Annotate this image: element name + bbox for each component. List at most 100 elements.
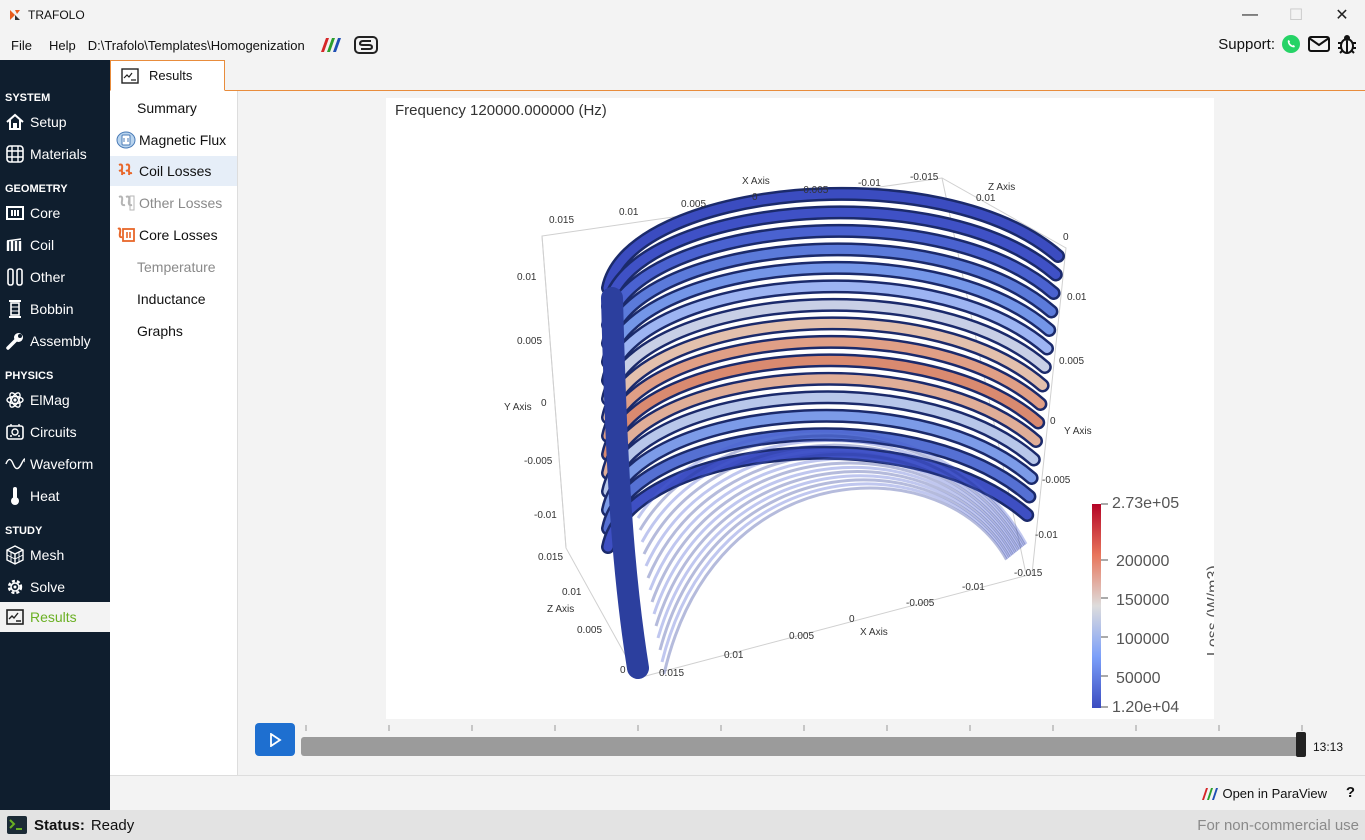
left-y-tick: -0.01: [534, 510, 557, 521]
colorbar-min: 1.20e+04: [1112, 699, 1179, 716]
sidebar-item-label: Mesh: [30, 547, 65, 563]
subnav-label: Core Losses: [139, 227, 218, 243]
play-icon: [270, 732, 282, 747]
coil-icon: [5, 235, 25, 255]
paraview-icon[interactable]: [317, 36, 343, 54]
sidebar-item-solve[interactable]: Solve: [0, 572, 110, 602]
timeline-slider[interactable]: [301, 737, 1301, 756]
bottom-x-tick: 0.01: [724, 650, 744, 661]
bottom-x-tick: 0.005: [789, 631, 814, 642]
sidebar-item-label: Other: [30, 269, 66, 285]
subnav-label: Temperature: [137, 259, 216, 275]
subnav-other-losses[interactable]: Other Losses: [110, 188, 237, 218]
timeline-ticks: [305, 725, 1303, 731]
subnav-summary[interactable]: Summary: [110, 93, 237, 123]
subnav-coil-losses[interactable]: Coil Losses: [110, 156, 237, 186]
sidebar-item-label: Results: [30, 609, 77, 625]
sidebar-item-heat[interactable]: Heat: [0, 481, 110, 511]
mesh-cube-icon: [5, 545, 25, 565]
timeline-time: 13:13: [1313, 740, 1344, 754]
subnav-core-losses[interactable]: Core Losses: [110, 220, 237, 250]
left-y-tick: -0.005: [524, 456, 553, 467]
z-left-tick: 0.005: [577, 625, 602, 636]
top-x-tick: 0.01: [619, 207, 639, 218]
sidebar-item-label: Assembly: [30, 333, 91, 349]
sidebar-item-mesh[interactable]: Mesh: [0, 540, 110, 570]
menu-file[interactable]: File: [5, 38, 38, 53]
menu-bar: File Help D:\Trafolo\Templates\Homogeniz…: [0, 30, 1365, 60]
close-button[interactable]: ✕: [1319, 0, 1365, 30]
sine-wave-icon: [5, 454, 25, 474]
colorbar-max: 2.73e+05: [1112, 495, 1179, 512]
sidebar-item-waveform[interactable]: Waveform: [0, 449, 110, 479]
help-button[interactable]: ?: [1346, 784, 1355, 801]
results-main: Frequency 120000.000000 (Hz) X Axis Z Ax…: [238, 91, 1365, 775]
play-button[interactable]: [255, 723, 295, 756]
simulation-icon[interactable]: [353, 35, 379, 55]
right-y-tick: -0.015: [1014, 568, 1043, 579]
wrench-icon: [5, 331, 25, 351]
menu-help[interactable]: Help: [43, 38, 82, 53]
sidebar-item-results[interactable]: Results: [0, 602, 110, 632]
colorbar-tick-50000: 50000: [1116, 670, 1161, 687]
core-icon: [5, 203, 25, 223]
z-left-tick: 0.015: [538, 552, 563, 563]
title-bar: TRAFOLO — ☐ ✕: [0, 0, 1365, 30]
subnav-graphs[interactable]: Graphs: [110, 316, 237, 346]
section-geometry: GEOMETRY: [5, 183, 68, 195]
other-losses-icon: [116, 193, 136, 213]
mail-icon[interactable]: [1307, 34, 1331, 54]
minimize-button[interactable]: —: [1227, 0, 1273, 30]
subnav-temperature[interactable]: Temperature: [110, 252, 237, 282]
bottom-x-tick: -0.01: [962, 582, 985, 593]
timeline-handle[interactable]: [1296, 732, 1306, 757]
maximize-button[interactable]: ☐: [1273, 0, 1319, 30]
sidebar-item-label: Bobbin: [30, 301, 74, 317]
section-physics: PHYSICS: [5, 370, 54, 382]
subnav-magnetic-flux[interactable]: Magnetic Flux: [110, 125, 237, 155]
left-y-tick: 0.005: [517, 336, 542, 347]
open-in-paraview-button[interactable]: Open in ParaView: [1200, 786, 1327, 801]
x-axis-label-bottom: X Axis: [860, 627, 888, 638]
sidebar-item-elmag[interactable]: ElMag: [0, 385, 110, 415]
z-top-tick: 0.01: [976, 193, 996, 204]
z-left-tick: 0: [620, 665, 626, 676]
subnav-label: Coil Losses: [139, 163, 212, 179]
sidebar-item-other[interactable]: Other: [0, 262, 110, 292]
tab-results[interactable]: Results: [110, 60, 225, 91]
paraview-3d-viewer[interactable]: Frequency 120000.000000 (Hz) X Axis Z Ax…: [386, 98, 1214, 719]
results-chart-icon: [5, 607, 25, 627]
sidebar-item-bobbin[interactable]: Bobbin: [0, 294, 110, 324]
sidebar-item-circuits[interactable]: Circuits: [0, 417, 110, 447]
open-in-paraview-label: Open in ParaView: [1222, 786, 1327, 801]
z-axis-label-top: Z Axis: [988, 182, 1015, 193]
sidebar-item-coil[interactable]: Coil: [0, 230, 110, 260]
sidebar: SYSTEM Setup Materials GEOMETRY Core Coi…: [0, 60, 110, 810]
thermometer-icon: [5, 486, 25, 506]
coil-turns: [601, 186, 1065, 679]
coil-losses-icon: [116, 161, 136, 181]
terminal-icon[interactable]: [6, 814, 28, 836]
right-y-tick: 0.005: [1059, 356, 1084, 367]
bug-report-icon[interactable]: [1337, 33, 1357, 55]
sidebar-item-label: Heat: [30, 488, 60, 504]
core-losses-icon: [116, 225, 136, 245]
tab-bar: Results: [110, 60, 1365, 91]
window-title: TRAFOLO: [28, 8, 85, 22]
circuit-icon: [5, 422, 25, 442]
sidebar-item-setup[interactable]: Setup: [0, 107, 110, 137]
coil-losses-plot: X Axis Z Axis Y Axis Y Axis X Axis Z Axi…: [504, 172, 1214, 716]
y-axis-label-right: Y Axis: [1064, 426, 1092, 437]
colorbar: [1092, 504, 1101, 708]
bobbin-icon: [5, 299, 25, 319]
left-y-tick: 0: [541, 398, 547, 409]
whatsapp-icon[interactable]: [1281, 34, 1301, 54]
subnav-inductance[interactable]: Inductance: [110, 284, 237, 314]
sidebar-item-core[interactable]: Core: [0, 198, 110, 228]
sidebar-item-materials[interactable]: Materials: [0, 139, 110, 169]
status-value: Ready: [90, 816, 135, 834]
results-subnav: Summary Magnetic Flux Coil Losses Other …: [110, 91, 238, 775]
atom-icon: [5, 390, 25, 410]
sidebar-item-assembly[interactable]: Assembly: [0, 326, 110, 356]
paraview-icon: [1202, 787, 1219, 800]
